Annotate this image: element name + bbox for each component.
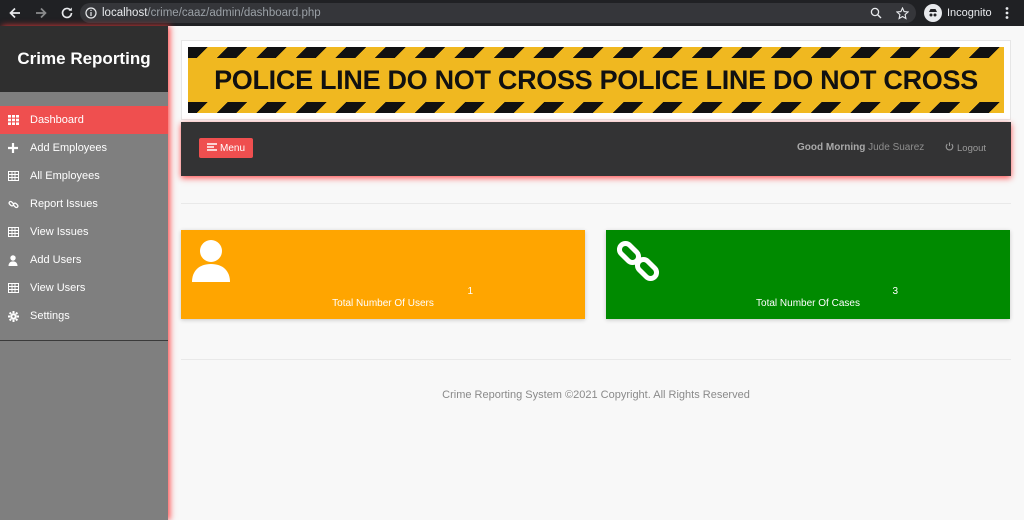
police-tape-text: POLICE LINE DO NOT CROSS POLICE LINE DO … [214, 64, 978, 95]
plus-icon [7, 142, 19, 154]
greeting: Good Morning Jude Suarez [797, 142, 924, 153]
sidebar-item-label: Dashboard [30, 114, 84, 126]
brand-header: Crime Reporting [0, 26, 168, 92]
address-bar[interactable]: localhost/crime/caaz/admin/dashboard.php [80, 3, 916, 23]
sidebar-item-label: Settings [30, 310, 70, 322]
top-navbar: Menu Good Morning Jude Suarez Logout [181, 122, 1011, 176]
sidebar-item-view-issues[interactable]: View Issues [0, 218, 168, 246]
sidebar-item-settings[interactable]: Settings [0, 302, 168, 330]
link-icon [7, 198, 19, 210]
police-tape-image: POLICE LINE DO NOT CROSS POLICE LINE DO … [188, 47, 1004, 113]
divider [181, 203, 1011, 204]
sidebar-item-label: All Employees [30, 170, 100, 182]
tape-stripe-bottom [188, 102, 1004, 113]
users-caption: Total Number Of Users [332, 298, 434, 309]
incognito-label: Incognito [947, 7, 992, 19]
table-icon [7, 226, 19, 238]
cases-count: 3 [892, 286, 898, 297]
incognito-icon [924, 4, 942, 22]
sidebar-nav: Dashboard Add Employees All Employees Re… [0, 106, 168, 330]
sidebar-item-label: Add Employees [30, 142, 108, 154]
user-icon [7, 254, 19, 266]
menu-button[interactable]: Menu [199, 138, 253, 158]
forward-arrow-icon[interactable] [28, 0, 54, 26]
back-arrow-icon[interactable] [2, 0, 28, 26]
footer-copyright: Crime Reporting System ©2021 Copyright. … [442, 389, 750, 401]
sidebar-item-report-issues[interactable]: Report Issues [0, 190, 168, 218]
url-text: localhost/crime/caaz/admin/dashboard.php [102, 7, 321, 19]
users-stat-card[interactable]: 1 Total Number Of Users [181, 230, 585, 319]
gear-icon [7, 310, 19, 322]
sidebar-item-all-employees[interactable]: All Employees [0, 162, 168, 190]
users-count: 1 [467, 286, 473, 297]
menu-label: Menu [219, 142, 245, 154]
cases-caption: Total Number Of Cases [756, 298, 860, 309]
sidebar-item-label: View Issues [30, 226, 89, 238]
table-icon [7, 170, 19, 182]
sidebar-item-label: Report Issues [30, 198, 98, 210]
incognito-indicator[interactable]: Incognito [924, 4, 992, 22]
greeting-text: Good Morning [797, 142, 866, 153]
bookmark-star-icon[interactable] [894, 5, 910, 21]
police-tape-banner: POLICE LINE DO NOT CROSS POLICE LINE DO … [181, 40, 1011, 120]
power-icon [945, 142, 954, 154]
sidebar-item-label: View Users [30, 282, 86, 294]
logout-label: Logout [957, 142, 987, 154]
sidebar-item-dashboard[interactable]: Dashboard [0, 106, 168, 134]
chain-link-icon [616, 238, 662, 289]
brand-title[interactable]: Crime Reporting [17, 49, 150, 69]
cases-stat-card[interactable]: 3 Total Number Of Cases [606, 230, 1010, 319]
more-menu-icon[interactable] [1000, 5, 1014, 21]
browser-toolbar: localhost/crime/caaz/admin/dashboard.php… [0, 0, 1024, 26]
menu-lines-icon [206, 142, 217, 154]
grid-icon [7, 114, 19, 126]
sidebar-divider [0, 340, 168, 341]
sidebar-item-label: Add Users [30, 254, 82, 266]
sidebar-item-view-users[interactable]: View Users [0, 274, 168, 302]
user-icon [191, 238, 231, 287]
zoom-icon[interactable] [868, 5, 884, 21]
reload-icon[interactable] [54, 0, 80, 26]
logout-link[interactable]: Logout [945, 142, 986, 154]
tape-stripe-top [188, 47, 1004, 58]
sidebar-item-add-employees[interactable]: Add Employees [0, 134, 168, 162]
sidebar-item-add-users[interactable]: Add Users [0, 246, 168, 274]
info-icon[interactable] [80, 3, 102, 23]
user-name: Jude Suarez [868, 142, 925, 153]
table-icon [7, 282, 19, 294]
sidebar: Crime Reporting Dashboard Add Employees … [0, 26, 168, 520]
divider [181, 359, 1011, 360]
